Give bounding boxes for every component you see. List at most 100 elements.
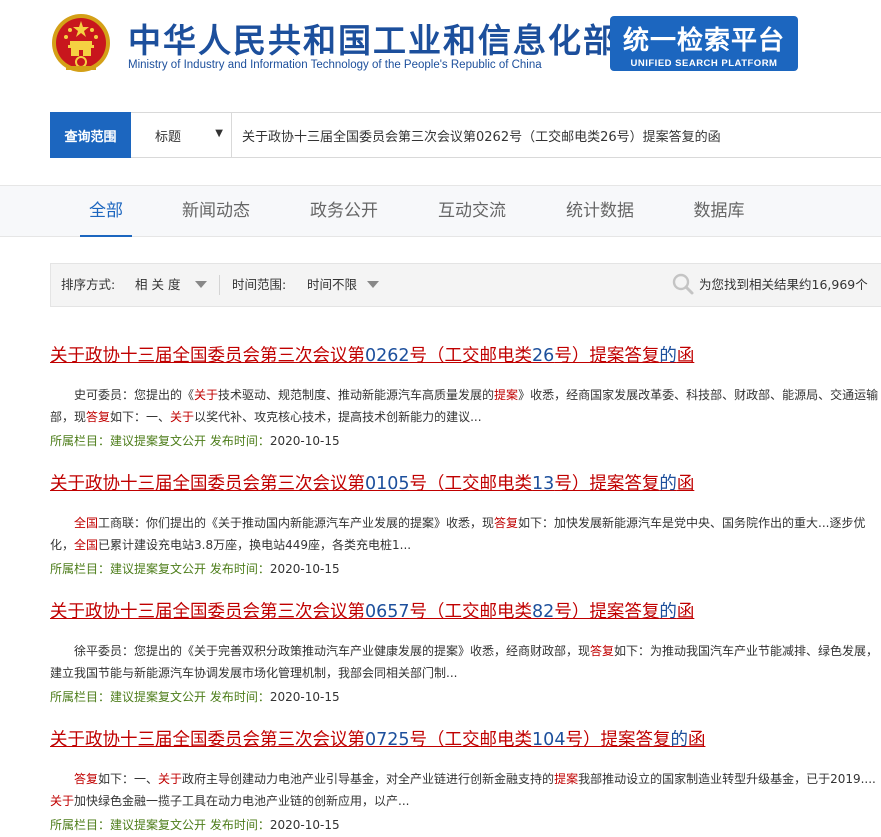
category-label: 所属栏目： (50, 690, 111, 704)
tab-statistics[interactable]: 统计数据 (560, 186, 640, 236)
title-segment: 号）提案答复 (554, 602, 660, 622)
title-segment: 函 (687, 730, 706, 750)
scope-select[interactable]: 标题 ▼ (131, 113, 232, 157)
result-title-link[interactable]: 关于政协十三届全国委员会第三次会议第0725号（工交邮电类104号）提案答复的函 (50, 728, 881, 752)
title-segment: 函 (676, 346, 695, 366)
summary-text: 工商联：你们提出的《关于推动国内新能源汽车产业发展的提案》收悉，现 (98, 516, 495, 530)
summary-highlight: 答复 (590, 644, 615, 658)
search-result: 关于政协十三届全国委员会第三次会议第0262号（工交邮电类26号）提案答复的函 … (50, 344, 881, 452)
summary-text: 史可委员：您提出的《 (74, 388, 195, 402)
caret-down-icon: ▼ (215, 128, 223, 139)
result-meta: 所属栏目：建议提案复文公开 发布时间：2020-10-15 (50, 430, 881, 452)
result-title-link[interactable]: 关于政协十三届全国委员会第三次会议第0262号（工交邮电类26号）提案答复的函 (50, 344, 881, 368)
title-segment: 号（工交邮电类 (409, 602, 533, 622)
result-summary: 答复如下：一、关于政府主导创建动力电池产业引导基金，对全产业链进行创新金融支持的… (50, 768, 881, 812)
tab-news[interactable]: 新闻动态 (176, 186, 256, 236)
national-emblem-icon[interactable] (50, 12, 112, 76)
date-label: 发布时间： (209, 562, 270, 576)
tab-database[interactable]: 数据库 (688, 186, 750, 236)
summary-highlight: 关于 (50, 794, 75, 808)
summary-highlight: 全国 (74, 516, 99, 530)
search-result: 关于政协十三届全国委员会第三次会议第0105号（工交邮电类13号）提案答复的函 … (50, 472, 881, 580)
summary-text: 技术驱动、规范制度、推动新能源汽车高质量发展的 (218, 388, 495, 402)
result-summary: 全国工商联：你们提出的《关于推动国内新能源汽车产业发展的提案》收悉，现答复如下：… (50, 512, 881, 556)
scope-selected-value: 标题 (155, 129, 182, 145)
filter-divider (219, 275, 220, 295)
result-meta: 所属栏目：建议提案复文公开 发布时间：2020-10-15 (50, 558, 881, 580)
search-input[interactable] (232, 113, 872, 157)
sort-label: 排序方式: (61, 277, 116, 292)
title-segment: 号）提案答复 (554, 474, 660, 494)
summary-highlight: 关于 (158, 772, 183, 786)
result-category-link[interactable]: 建议提案复文公开 (110, 434, 206, 448)
time-range-label: 时间范围: (232, 277, 287, 292)
date-label: 发布时间： (209, 690, 270, 704)
result-category-link[interactable]: 建议提案复文公开 (110, 562, 206, 576)
tab-all[interactable]: 全部 (80, 186, 132, 237)
search-bar: 查询范围 标题 ▼ (50, 112, 881, 158)
result-meta: 所属栏目：建议提案复文公开 发布时间：2020-10-15 (50, 686, 881, 708)
category-tabs: 全部 新闻动态 政务公开 互动交流 统计数据 数据库 (0, 185, 881, 237)
sort-select[interactable]: 相 关 度 (135, 264, 180, 306)
title-segment: 0657 (365, 602, 410, 622)
tab-government-affairs[interactable]: 政务公开 (304, 186, 384, 236)
summary-text: 已累计建设充电站3.8万座，换电站449座，各类充电桩1... (98, 538, 412, 552)
summary-highlight: 提案 (554, 772, 579, 786)
search-icon (672, 273, 694, 295)
title-segment: 0262 (365, 346, 410, 366)
category-label: 所属栏目： (50, 434, 111, 448)
title-segment: 的 (659, 346, 677, 366)
title-segment: 的 (659, 602, 677, 622)
title-segment: 号）提案答复 (554, 346, 660, 366)
result-category-link[interactable]: 建议提案复文公开 (110, 818, 206, 832)
title-segment: 的 (670, 730, 688, 750)
time-caret-down-icon[interactable] (367, 281, 379, 288)
title-segment: 0105 (365, 474, 410, 494)
result-date: 2020-10-15 (269, 434, 340, 448)
sort-caret-down-icon[interactable] (195, 281, 207, 288)
category-label: 所属栏目： (50, 818, 111, 832)
title-segment: 104 (532, 730, 566, 750)
site-header: 中华人民共和国工业和信息化部 Ministry of Industry and … (0, 0, 881, 100)
summary-highlight: 答复 (86, 410, 111, 424)
result-date: 2020-10-15 (269, 690, 340, 704)
result-date: 2020-10-15 (269, 562, 340, 576)
category-label: 所属栏目： (50, 562, 111, 576)
result-meta: 所属栏目：建议提案复文公开 发布时间：2020-10-15 (50, 814, 881, 836)
summary-highlight: 答复 (494, 516, 519, 530)
scope-label: 查询范围 (50, 112, 131, 158)
platform-badge[interactable]: 统一检索平台 UNIFIED SEARCH PLATFORM (610, 16, 798, 71)
summary-highlight: 答复 (74, 772, 99, 786)
date-label: 发布时间： (209, 818, 270, 832)
title-segment: 函 (676, 602, 695, 622)
summary-text: 以奖代补、攻克核心技术，提高技术创新能力的建议... (194, 410, 482, 424)
summary-text: 徐平委员：您提出的《关于完善双积分政策推动汽车产业健康发展的提案》收悉，经商财政… (74, 644, 591, 658)
title-segment: 关于政协十三届全国委员会第三次会议第 (50, 730, 365, 750)
summary-text: 政府主导创建动力电池产业引导基金，对全产业链进行创新金融支持的 (182, 772, 555, 786)
search-result: 关于政协十三届全国委员会第三次会议第0657号（工交邮电类82号）提案答复的函 … (50, 600, 881, 708)
title-segment: 的 (659, 474, 677, 494)
title-segment: 号（工交邮电类 (409, 474, 533, 494)
search-result: 关于政协十三届全国委员会第三次会议第0725号（工交邮电类104号）提案答复的函… (50, 728, 881, 836)
ministry-title-english: Ministry of Industry and Information Tec… (128, 59, 542, 71)
title-segment: 关于政协十三届全国委员会第三次会议第 (50, 474, 365, 494)
title-segment: 82 (532, 602, 555, 622)
title-segment: 函 (676, 474, 695, 494)
tab-interaction[interactable]: 互动交流 (432, 186, 512, 236)
result-title-link[interactable]: 关于政协十三届全国委员会第三次会议第0105号（工交邮电类13号）提案答复的函 (50, 472, 881, 496)
title-segment: 0725 (365, 730, 410, 750)
summary-highlight: 提案 (494, 388, 519, 402)
date-label: 发布时间： (209, 434, 270, 448)
title-segment: 号（工交邮电类 (409, 346, 533, 366)
filter-bar: 排序方式: 相 关 度 时间范围: 时间不限 为您找到相关结果约16,969个 (50, 263, 881, 307)
ministry-title: 中华人民共和国工业和信息化部 (128, 21, 618, 60)
platform-title-english: UNIFIED SEARCH PLATFORM (630, 58, 778, 69)
result-date: 2020-10-15 (269, 818, 340, 832)
result-title-link[interactable]: 关于政协十三届全国委员会第三次会议第0657号（工交邮电类82号）提案答复的函 (50, 600, 881, 624)
summary-highlight: 关于 (194, 388, 219, 402)
title-segment: 26 (532, 346, 555, 366)
result-summary: 史可委员：您提出的《关于技术驱动、规范制度、推动新能源汽车高质量发展的提案》收悉… (50, 384, 881, 428)
title-segment: 关于政协十三届全国委员会第三次会议第 (50, 346, 365, 366)
time-range-select[interactable]: 时间不限 (307, 264, 357, 306)
result-category-link[interactable]: 建议提案复文公开 (110, 690, 206, 704)
